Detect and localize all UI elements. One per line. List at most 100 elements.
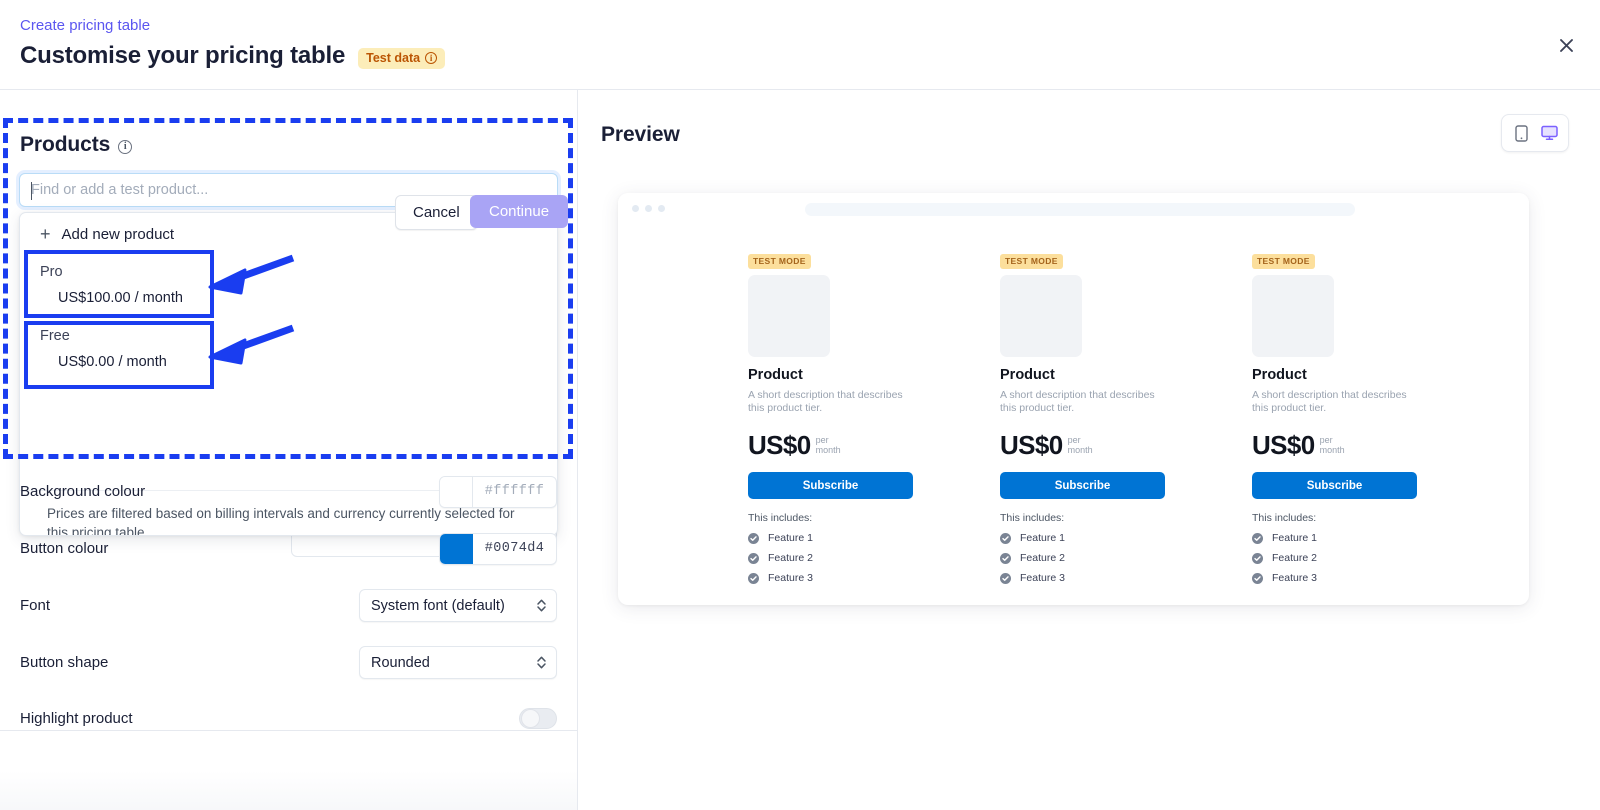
toggle-knob — [521, 709, 540, 728]
includes-label: This includes: — [1000, 512, 1163, 524]
check-circle-icon — [748, 533, 759, 544]
close-icon — [1558, 37, 1575, 54]
list-item[interactable]: Pro US$100.00 / month — [20, 255, 557, 319]
product-image-placeholder — [1252, 275, 1334, 357]
colour-hex-value[interactable]: #0074d4 — [473, 541, 556, 556]
price-row: US$0 permonth — [1000, 432, 1163, 458]
info-icon[interactable]: i — [425, 52, 437, 64]
font-select-value: System font (default) — [371, 598, 505, 614]
price-period: permonth — [1320, 432, 1345, 455]
pricing-card: TEST MODE Product A short description th… — [1252, 251, 1415, 584]
page-header: Create pricing table Customise your pric… — [0, 0, 1600, 90]
feature-label: Feature 3 — [768, 572, 813, 584]
mobile-icon — [1515, 125, 1528, 142]
device-toggle-mobile[interactable] — [1508, 120, 1534, 146]
button-shape-select-value: Rounded — [371, 655, 430, 671]
breadcrumb[interactable]: Create pricing table — [20, 17, 150, 34]
subscribe-button[interactable]: Subscribe — [748, 472, 913, 499]
font-select[interactable]: System font (default) — [359, 589, 557, 622]
continue-button: Continue — [470, 195, 568, 228]
product-image-placeholder — [1000, 275, 1082, 357]
products-heading-label: Products — [20, 133, 110, 157]
feature-label: Feature 2 — [1272, 552, 1317, 564]
mock-address-bar — [805, 203, 1355, 216]
products-info-icon[interactable]: i — [118, 140, 132, 154]
check-circle-icon — [1252, 553, 1263, 564]
feature-label: Feature 2 — [1020, 552, 1065, 564]
button-colour-field[interactable]: #0074d4 — [439, 533, 557, 565]
setting-label: Background colour — [20, 483, 145, 500]
preview-browser-mock: TEST MODE Product A short description th… — [618, 193, 1529, 605]
desktop-icon — [1541, 125, 1558, 141]
title-row: Customise your pricing table Test data i — [20, 42, 445, 70]
products-heading: Products i — [20, 133, 132, 157]
colour-swatch[interactable] — [440, 477, 473, 507]
price-period: permonth — [816, 432, 841, 455]
device-toggle-desktop[interactable] — [1536, 120, 1562, 146]
pricing-card: TEST MODE Product A short description th… — [748, 251, 911, 584]
setting-row-background-colour: Background colour #ffffff — [0, 463, 578, 520]
product-option-price: US$0.00 / month — [40, 351, 537, 373]
window-dot — [645, 205, 652, 212]
test-mode-badge: TEST MODE — [1252, 254, 1315, 269]
close-button[interactable] — [1553, 32, 1579, 58]
check-circle-icon — [1000, 533, 1011, 544]
preview-title: Preview — [601, 123, 680, 147]
product-option-price: US$100.00 / month — [40, 287, 537, 309]
chevron-updown-icon — [536, 655, 547, 670]
feature-label: Feature 3 — [1020, 572, 1065, 584]
subscribe-button[interactable]: Subscribe — [1000, 472, 1165, 499]
check-circle-icon — [1000, 573, 1011, 584]
colour-hex-value[interactable]: #ffffff — [473, 484, 556, 499]
price-amount: US$0 — [1000, 432, 1063, 458]
list-item: Feature 1 — [1252, 532, 1415, 544]
button-shape-select[interactable]: Rounded — [359, 646, 557, 679]
plus-icon: + — [40, 225, 51, 243]
price-amount: US$0 — [748, 432, 811, 458]
product-name: Product — [1252, 367, 1415, 383]
device-toggle-group[interactable] — [1501, 114, 1569, 152]
colour-swatch[interactable] — [440, 534, 473, 564]
background-colour-field[interactable]: #ffffff — [439, 476, 557, 508]
list-item: Feature 2 — [1252, 552, 1415, 564]
cancel-button[interactable]: Cancel — [395, 195, 478, 230]
setting-label: Font — [20, 597, 50, 614]
page-title: Customise your pricing table — [20, 42, 345, 70]
list-item: Feature 3 — [748, 572, 911, 584]
check-circle-icon — [1252, 573, 1263, 584]
list-item[interactable]: Free US$0.00 / month — [20, 319, 557, 383]
setting-label: Highlight product — [20, 710, 133, 727]
mock-browser-chrome — [618, 193, 1529, 223]
preview-panel: Preview TEST MODE — [579, 90, 1600, 810]
text-caret — [31, 182, 32, 200]
setting-row-font: Font System font (default) — [0, 577, 578, 634]
check-circle-icon — [1252, 533, 1263, 544]
product-description: A short description that describes this … — [748, 389, 903, 415]
test-mode-badge: TEST MODE — [1000, 254, 1063, 269]
product-name: Product — [1000, 367, 1163, 383]
product-option-name: Pro — [40, 261, 537, 283]
highlight-product-toggle[interactable] — [519, 708, 557, 729]
product-description: A short description that describes this … — [1000, 389, 1155, 415]
pricing-card: TEST MODE Product A short description th… — [1000, 251, 1163, 584]
includes-label: This includes: — [748, 512, 911, 524]
window-dot — [658, 205, 665, 212]
price-row: US$0 permonth — [748, 432, 911, 458]
feature-label: Feature 1 — [1272, 532, 1317, 544]
window-dots — [632, 205, 665, 212]
check-circle-icon — [1000, 553, 1011, 564]
feature-label: Feature 1 — [1020, 532, 1065, 544]
check-circle-icon — [748, 553, 759, 564]
pricing-cards: TEST MODE Product A short description th… — [618, 223, 1529, 584]
product-option-name: Free — [40, 325, 537, 347]
product-name: Product — [748, 367, 911, 383]
panel-footer — [0, 730, 578, 810]
setting-label: Button colour — [20, 540, 108, 557]
price-amount: US$0 — [1252, 432, 1315, 458]
chevron-updown-icon — [536, 598, 547, 613]
list-item: Feature 1 — [748, 532, 911, 544]
subscribe-button[interactable]: Subscribe — [1252, 472, 1417, 499]
feature-label: Feature 2 — [768, 552, 813, 564]
list-item: Feature 2 — [748, 552, 911, 564]
product-description: A short description that describes this … — [1252, 389, 1407, 415]
